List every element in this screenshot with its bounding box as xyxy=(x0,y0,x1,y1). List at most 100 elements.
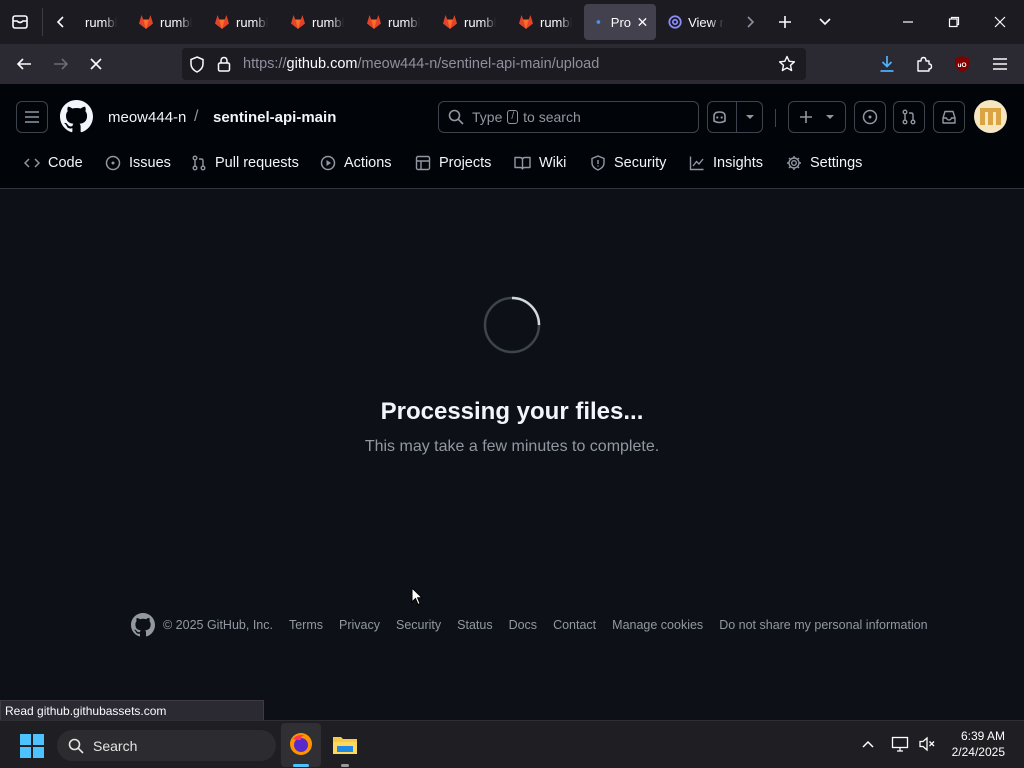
list-all-tabs-button[interactable] xyxy=(811,8,839,36)
tab-view[interactable]: View r xyxy=(660,4,732,40)
taskbar-file-explorer[interactable] xyxy=(325,723,365,767)
windows-taskbar: Search 6:39 AM 2/24/2025 xyxy=(0,720,1024,768)
tab-6[interactable]: rumble xyxy=(434,4,504,40)
download-icon xyxy=(880,56,894,72)
footer-link-privacy[interactable]: Privacy xyxy=(339,618,380,632)
back-button[interactable] xyxy=(10,50,38,78)
stop-icon xyxy=(90,58,102,70)
tab-settings-label: Settings xyxy=(810,155,863,171)
tab-issues[interactable]: Issues xyxy=(105,155,171,171)
tab-active[interactable]: Pro xyxy=(584,4,656,40)
tab-security[interactable]: Security xyxy=(590,155,666,171)
avatar-identicon xyxy=(980,108,1001,125)
hamburger-icon xyxy=(993,58,1007,70)
volume-muted-icon[interactable] xyxy=(918,736,936,752)
repo-name-link[interactable]: sentinel-api-main xyxy=(213,109,336,126)
restore-button[interactable] xyxy=(940,8,968,36)
minimize-button[interactable] xyxy=(894,8,922,36)
system-clock[interactable]: 6:39 AM 2/24/2025 xyxy=(952,728,1005,760)
tab-projects-label: Projects xyxy=(439,155,492,171)
active-indicator xyxy=(293,764,309,767)
inbox-button[interactable] xyxy=(933,101,965,133)
app-menu-button[interactable] xyxy=(986,50,1014,78)
taskbar-search[interactable]: Search xyxy=(57,730,276,761)
network-icon[interactable] xyxy=(891,736,909,752)
extensions-button[interactable] xyxy=(910,50,938,78)
scroll-tabs-left-button[interactable] xyxy=(47,8,75,36)
url-host: github.com xyxy=(286,56,358,72)
issues-button[interactable] xyxy=(854,101,886,133)
running-indicator xyxy=(341,764,349,767)
footer-link-manage-cookies[interactable]: Manage cookies xyxy=(612,618,703,632)
stop-loading-button[interactable] xyxy=(82,50,110,78)
taskbar-search-label: Search xyxy=(93,737,138,754)
chevron-down-icon xyxy=(819,18,831,26)
clock-time: 6:39 AM xyxy=(960,729,1005,743)
tab-code[interactable]: Code xyxy=(24,155,83,171)
downloads-button[interactable] xyxy=(873,50,901,78)
mouse-cursor-icon xyxy=(411,587,423,606)
tab-3[interactable]: rumble xyxy=(206,4,276,40)
tab-projects[interactable]: Projects xyxy=(415,155,491,171)
shield-icon[interactable] xyxy=(189,56,205,73)
tab-pull-requests-label: Pull requests xyxy=(215,155,299,171)
footer-link-security[interactable]: Security xyxy=(396,618,441,632)
create-new-button[interactable] xyxy=(788,101,846,133)
divider xyxy=(736,102,737,132)
chevron-up-icon[interactable] xyxy=(861,739,875,749)
gitlab-icon xyxy=(519,15,533,29)
firefox-view-button[interactable] xyxy=(6,8,34,36)
ublock-button[interactable]: uO xyxy=(948,50,976,78)
tab-pull-requests[interactable]: Pull requests xyxy=(191,155,299,171)
gitlab-icon xyxy=(215,15,229,29)
tab-actions[interactable]: Actions xyxy=(320,155,392,171)
table-icon xyxy=(415,155,431,171)
tab-code-label: Code xyxy=(48,155,83,171)
pull-requests-button[interactable] xyxy=(893,101,925,133)
search-placeholder-post: to search xyxy=(523,109,581,125)
tab-settings[interactable]: Settings xyxy=(786,155,862,171)
loading-spinner xyxy=(483,296,541,354)
book-icon xyxy=(514,156,531,170)
code-icon xyxy=(24,158,40,168)
play-icon xyxy=(320,155,336,171)
tab-7[interactable]: rumble xyxy=(510,4,580,40)
new-tab-button[interactable] xyxy=(771,8,799,36)
footer-link-do-not-share[interactable]: Do not share my personal information xyxy=(719,618,927,632)
github-logo-icon[interactable] xyxy=(60,100,93,133)
search-input[interactable]: Type / to search xyxy=(438,101,699,133)
divider xyxy=(42,8,43,36)
address-bar[interactable]: https://github.com/meow444-n/sentinel-ap… xyxy=(182,48,806,80)
avatar[interactable] xyxy=(974,100,1007,133)
svg-text:uO: uO xyxy=(957,62,966,69)
github-logo-icon[interactable] xyxy=(131,613,155,637)
tab-insights[interactable]: Insights xyxy=(689,155,763,171)
tab-2[interactable]: rumble xyxy=(130,4,200,40)
close-window-button[interactable] xyxy=(986,8,1014,36)
url-prefix: https:// xyxy=(243,56,287,72)
tab-5[interactable]: rumble xyxy=(358,4,428,40)
footer-link-contact[interactable]: Contact xyxy=(553,618,596,632)
forward-button[interactable] xyxy=(47,50,75,78)
tab-4[interactable]: rumble xyxy=(282,4,352,40)
copilot-button[interactable] xyxy=(707,101,763,133)
windows-start-icon[interactable] xyxy=(20,734,44,758)
browser-status-text: Read github.githubassets.com xyxy=(0,700,264,721)
taskbar-firefox[interactable] xyxy=(281,723,321,767)
global-nav-menu-button[interactable] xyxy=(16,101,48,133)
footer: © 2025 GitHub, Inc. Terms Privacy Securi… xyxy=(131,612,928,638)
tab-wiki[interactable]: Wiki xyxy=(514,155,566,171)
footer-link-status[interactable]: Status xyxy=(457,618,492,632)
scroll-tabs-right-button[interactable] xyxy=(736,8,764,36)
lock-icon[interactable] xyxy=(217,56,231,72)
star-icon[interactable] xyxy=(778,55,796,73)
repo-owner-link[interactable]: meow444-n xyxy=(108,109,186,126)
tab-security-label: Security xyxy=(614,155,667,171)
footer-link-docs[interactable]: Docs xyxy=(509,618,537,632)
url-text[interactable]: https://github.com/meow444-n/sentinel-ap… xyxy=(243,56,599,72)
footer-link-terms[interactable]: Terms xyxy=(289,618,323,632)
folder-icon xyxy=(333,737,357,754)
tab-active-label: Pro xyxy=(610,14,632,30)
close-tab-icon[interactable] xyxy=(637,16,648,28)
issue-opened-icon xyxy=(105,155,121,171)
